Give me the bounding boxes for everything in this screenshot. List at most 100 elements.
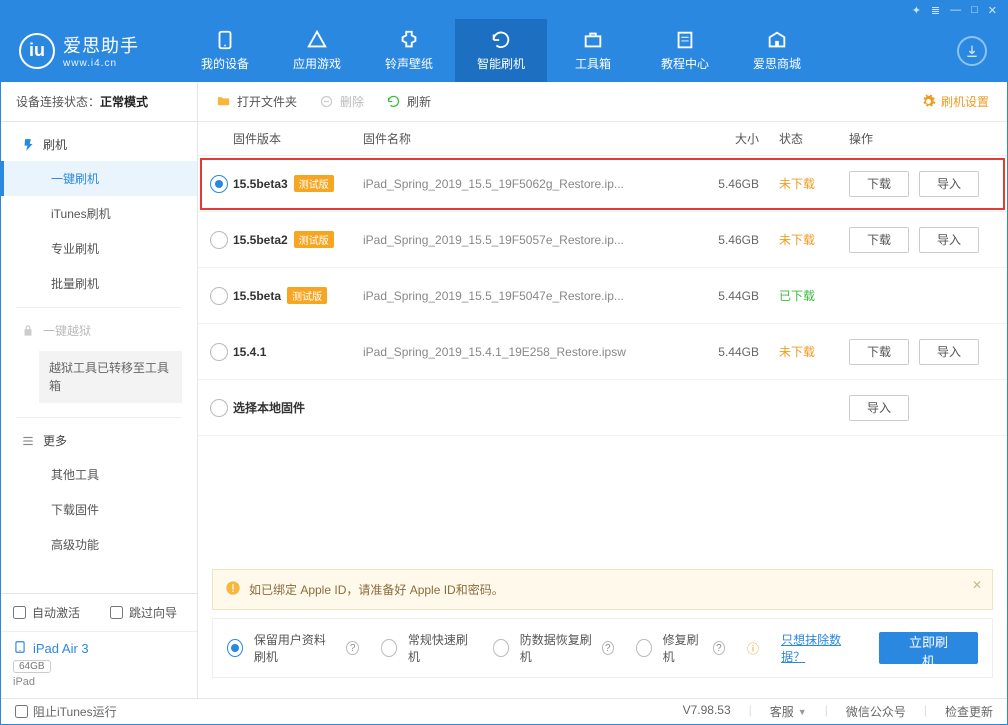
sidebar-more-item-0[interactable]: 其他工具 bbox=[1, 457, 197, 492]
row-status: 未下载 bbox=[759, 231, 829, 248]
flash-mode-3[interactable]: 修复刷机? bbox=[636, 631, 725, 665]
radio-icon[interactable] bbox=[227, 639, 243, 657]
top-tab-0[interactable]: 我的设备 bbox=[179, 19, 271, 82]
sidebar-more-item-2[interactable]: 高级功能 bbox=[1, 527, 197, 562]
app-menu-icon[interactable]: ✦ bbox=[912, 4, 921, 17]
sidebar-flash-item-3[interactable]: 批量刷机 bbox=[1, 266, 197, 301]
row-filename: iPad_Spring_2019_15.5_19F5057e_Restore.i… bbox=[363, 233, 679, 247]
open-folder-button[interactable]: 打开文件夹 bbox=[216, 93, 297, 110]
firmware-row[interactable]: 15.5beta3 测试版 iPad_Spring_2019_15.5_19F506… bbox=[198, 156, 1007, 212]
flash-mode-2[interactable]: 防数据恢复刷机? bbox=[493, 631, 614, 665]
block-itunes-checkbox[interactable] bbox=[15, 705, 28, 718]
support-link[interactable]: 客服▼ bbox=[770, 703, 807, 720]
sidebar-group-more[interactable]: 更多 bbox=[1, 424, 197, 457]
firmware-row[interactable]: 选择本地固件 导入 bbox=[198, 380, 1007, 436]
download-button[interactable]: 下载 bbox=[849, 339, 909, 365]
sidebar-group-jailbreak: 一键越狱 bbox=[1, 314, 197, 347]
minimize-icon[interactable]: ― bbox=[950, 4, 961, 16]
help-icon[interactable]: ? bbox=[602, 641, 614, 655]
notice-close-icon[interactable]: ✕ bbox=[972, 578, 982, 592]
sidebar-flash-item-0[interactable]: 一键刷机 bbox=[1, 161, 197, 196]
auto-activate-checkbox[interactable] bbox=[13, 606, 26, 619]
check-update-link[interactable]: 检查更新 bbox=[945, 703, 993, 720]
sidebar-flash-item-2[interactable]: 专业刷机 bbox=[1, 231, 197, 266]
beta-tag: 测试版 bbox=[294, 231, 334, 248]
row-status: 未下载 bbox=[759, 175, 829, 192]
row-version: 选择本地固件 bbox=[233, 399, 305, 416]
list-icon[interactable]: ≣ bbox=[931, 4, 940, 17]
skip-guide-label: 跳过向导 bbox=[129, 604, 177, 621]
help-icon[interactable]: ? bbox=[346, 641, 358, 655]
brand-url: www.i4.cn bbox=[63, 58, 139, 69]
logo: iu 爱思助手 www.i4.cn bbox=[19, 32, 139, 69]
flash-mode-0[interactable]: 保留用户资料刷机? bbox=[227, 631, 359, 665]
top-tab-5[interactable]: 教程中心 bbox=[639, 19, 731, 82]
beta-tag: 测试版 bbox=[294, 175, 334, 192]
maximize-icon[interactable]: □ bbox=[971, 4, 978, 16]
row-version: 15.5beta2 bbox=[233, 233, 288, 247]
app-version: V7.98.53 bbox=[683, 703, 731, 720]
row-filename: iPad_Spring_2019_15.4.1_19E258_Restore.i… bbox=[363, 345, 679, 359]
lock-icon bbox=[21, 324, 35, 338]
help-icon[interactable]: ? bbox=[713, 641, 725, 655]
status-bar: 阻止iTunes运行 V7.98.53 | 客服▼ | 微信公众号 | 检查更新 bbox=[1, 698, 1007, 724]
logo-icon: iu bbox=[19, 33, 55, 69]
refresh-button[interactable]: 刷新 bbox=[386, 93, 431, 110]
top-tab-6[interactable]: 爱思商城 bbox=[731, 19, 823, 82]
row-radio[interactable] bbox=[210, 343, 228, 361]
erase-only-link[interactable]: 只想抹除数据？ bbox=[781, 631, 857, 665]
close-icon[interactable]: ✕ bbox=[988, 4, 997, 17]
warning-icon bbox=[225, 580, 241, 599]
jailbreak-note: 越狱工具已转移至工具箱 bbox=[39, 351, 182, 403]
row-radio[interactable] bbox=[210, 287, 228, 305]
skip-guide-checkbox[interactable] bbox=[110, 606, 123, 619]
block-itunes-label: 阻止iTunes运行 bbox=[33, 703, 117, 720]
table-header: 固件版本 固件名称 大小 状态 操作 bbox=[198, 122, 1007, 156]
row-filename: iPad_Spring_2019_15.5_19F5062g_Restore.i… bbox=[363, 177, 679, 191]
import-button[interactable]: 导入 bbox=[849, 395, 909, 421]
device-type: iPad bbox=[13, 676, 185, 688]
radio-icon[interactable] bbox=[381, 639, 397, 657]
auto-activate-label: 自动激活 bbox=[32, 604, 80, 621]
device-info[interactable]: iPad Air 3 64GB iPad bbox=[1, 631, 197, 698]
row-version: 15.5beta3 bbox=[233, 177, 288, 191]
download-button[interactable]: 下载 bbox=[849, 171, 909, 197]
row-size: 5.46GB bbox=[679, 177, 759, 191]
wechat-link[interactable]: 微信公众号 bbox=[846, 703, 906, 720]
brand-name: 爱思助手 bbox=[63, 32, 139, 58]
row-size: 5.46GB bbox=[679, 233, 759, 247]
flash-now-button[interactable]: 立即刷机 bbox=[879, 632, 978, 664]
import-button[interactable]: 导入 bbox=[919, 171, 979, 197]
flash-action-bar: 保留用户资料刷机? 常规快速刷机防数据恢复刷机? 修复刷机? ⓘ 只想抹除数据？ 立… bbox=[212, 618, 993, 678]
firmware-row[interactable]: 15.4.1iPad_Spring_2019_15.4.1_19E258_Res… bbox=[198, 324, 1007, 380]
info-icon[interactable]: ⓘ bbox=[747, 640, 759, 657]
row-radio[interactable] bbox=[210, 175, 228, 193]
col-version: 固件版本 bbox=[233, 130, 363, 147]
sidebar-more-item-1[interactable]: 下载固件 bbox=[1, 492, 197, 527]
flash-icon bbox=[21, 138, 35, 152]
import-button[interactable]: 导入 bbox=[919, 339, 979, 365]
firmware-row[interactable]: 15.5beta测试版iPad_Spring_2019_15.5_19F5047… bbox=[198, 268, 1007, 324]
menu-icon bbox=[21, 434, 35, 448]
sidebar-group-flash[interactable]: 刷机 bbox=[1, 128, 197, 161]
top-tab-3[interactable]: 智能刷机 bbox=[455, 19, 547, 82]
row-size: 5.44GB bbox=[679, 289, 759, 303]
top-tab-1[interactable]: 应用游戏 bbox=[271, 19, 363, 82]
row-version: 15.5beta bbox=[233, 289, 281, 303]
firmware-row[interactable]: 15.5beta2 测试版 iPad_Spring_2019_15.5_19F505… bbox=[198, 212, 1007, 268]
top-tab-4[interactable]: 工具箱 bbox=[547, 19, 639, 82]
sidebar-flash-item-1[interactable]: iTunes刷机 bbox=[1, 196, 197, 231]
radio-icon[interactable] bbox=[636, 639, 652, 657]
row-radio[interactable] bbox=[210, 231, 228, 249]
download-button[interactable]: 下载 bbox=[849, 227, 909, 253]
top-tab-2[interactable]: 铃声壁纸 bbox=[363, 19, 455, 82]
col-name: 固件名称 bbox=[363, 130, 679, 147]
import-button[interactable]: 导入 bbox=[919, 227, 979, 253]
row-radio[interactable] bbox=[210, 399, 228, 417]
radio-icon[interactable] bbox=[493, 639, 509, 657]
delete-button: 删除 bbox=[319, 93, 364, 110]
downloads-icon[interactable] bbox=[957, 36, 987, 66]
flash-mode-1[interactable]: 常规快速刷机 bbox=[381, 631, 471, 665]
flash-settings-button[interactable]: 刷机设置 bbox=[921, 93, 989, 110]
tablet-icon bbox=[13, 640, 27, 657]
